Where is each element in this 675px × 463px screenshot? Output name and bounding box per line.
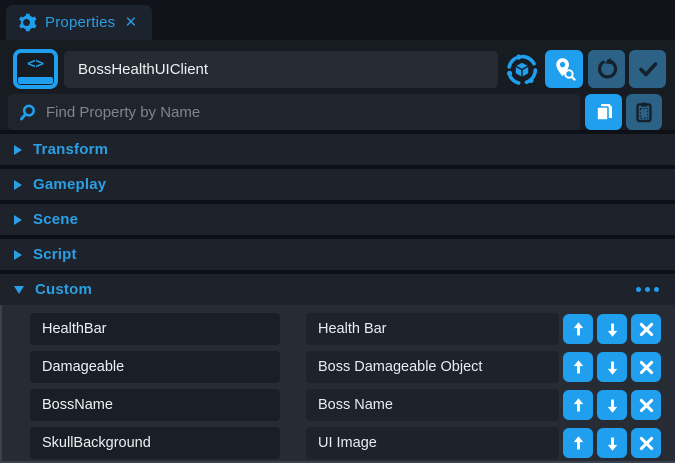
move-down-arrow-icon [604, 359, 621, 376]
row-actions [563, 390, 661, 420]
clipboard-icon [632, 100, 656, 124]
property-value-field[interactable]: Health Bar [306, 313, 559, 345]
chevron-right-icon [14, 215, 22, 225]
section-label: Custom [35, 281, 92, 298]
remove-button[interactable] [631, 352, 661, 382]
custom-property-row: SkullBackground UI Image [30, 427, 675, 459]
move-up-arrow-icon [570, 359, 587, 376]
move-up-arrow-icon [570, 321, 587, 338]
tab-title: Properties [45, 14, 115, 31]
tab-properties[interactable]: Properties × [6, 5, 152, 40]
more-options-icon[interactable] [634, 283, 661, 296]
move-up-button[interactable] [563, 390, 593, 420]
property-name-field[interactable]: HealthBar [30, 313, 280, 345]
copy-pages-icon [592, 100, 616, 124]
chevron-right-icon [14, 145, 22, 155]
move-down-button[interactable] [597, 390, 627, 420]
move-down-button[interactable] [597, 314, 627, 344]
section-header-script[interactable]: Script [0, 239, 675, 270]
property-search-field[interactable] [8, 94, 580, 130]
property-value-field[interactable]: Boss Damageable Object [306, 351, 559, 383]
chevron-right-icon [14, 250, 22, 260]
move-down-arrow-icon [604, 397, 621, 414]
section-label: Script [33, 246, 77, 263]
gear-wrench-icon [16, 12, 37, 33]
section-label: Transform [33, 141, 108, 158]
move-up-button[interactable] [563, 314, 593, 344]
paste-properties-button[interactable] [626, 94, 662, 130]
remove-button[interactable] [631, 428, 661, 458]
undo-circular-arrow-icon [595, 57, 619, 81]
move-up-arrow-icon [570, 435, 587, 452]
property-name-field[interactable]: BossName [30, 389, 280, 421]
property-value-field[interactable]: UI Image [306, 427, 559, 459]
chevron-down-icon [14, 286, 24, 294]
property-sections: Transform Gameplay Scene Script Custom H… [0, 130, 675, 463]
search-input[interactable] [46, 104, 570, 121]
networked-cube-icon [503, 51, 540, 88]
revert-button[interactable] [588, 50, 625, 88]
custom-property-row: Damageable Boss Damageable Object [30, 351, 675, 383]
section-header-custom[interactable]: Custom [0, 274, 675, 305]
remove-x-icon [638, 397, 655, 414]
section-header-transform[interactable]: Transform [0, 134, 675, 165]
custom-property-row: HealthBar Health Bar [30, 313, 675, 345]
section-label: Gameplay [33, 176, 106, 193]
find-in-scene-button[interactable] [545, 50, 583, 88]
move-down-button[interactable] [597, 352, 627, 382]
scroll-curl [18, 77, 53, 84]
move-up-button[interactable] [563, 352, 593, 382]
property-name-field[interactable]: SkullBackground [30, 427, 280, 459]
move-up-arrow-icon [570, 397, 587, 414]
code-brackets-glyph: <> [17, 56, 54, 72]
remove-button[interactable] [631, 390, 661, 420]
remove-button[interactable] [631, 314, 661, 344]
section-label: Scene [33, 211, 78, 228]
custom-rows: HealthBar Health Bar [2, 313, 675, 459]
property-value-field[interactable]: Boss Name [306, 389, 559, 421]
copy-properties-button[interactable] [585, 94, 622, 130]
remove-x-icon [638, 435, 655, 452]
tab-bar: Properties × [0, 0, 675, 40]
property-name-field[interactable]: Damageable [30, 351, 280, 383]
row-actions [563, 428, 661, 458]
move-down-arrow-icon [604, 321, 621, 338]
magnifier-icon [18, 103, 37, 122]
row-actions [563, 314, 661, 344]
object-name-input[interactable] [64, 51, 498, 88]
section-header-scene[interactable]: Scene [0, 204, 675, 235]
section-header-gameplay[interactable]: Gameplay [0, 169, 675, 200]
move-down-button[interactable] [597, 428, 627, 458]
checkmark-icon [636, 57, 660, 81]
move-up-button[interactable] [563, 428, 593, 458]
chevron-right-icon [14, 180, 22, 190]
location-pin-magnifier-icon [550, 55, 578, 83]
remove-x-icon [638, 321, 655, 338]
close-icon[interactable]: × [125, 13, 136, 32]
apply-button[interactable] [629, 50, 666, 88]
custom-property-row: BossName Boss Name [30, 389, 675, 421]
row-actions [563, 352, 661, 382]
custom-section-body: HealthBar Health Bar [0, 305, 675, 463]
move-down-arrow-icon [604, 435, 621, 452]
remove-x-icon [638, 359, 655, 376]
script-scroll-icon: <> [13, 49, 58, 89]
